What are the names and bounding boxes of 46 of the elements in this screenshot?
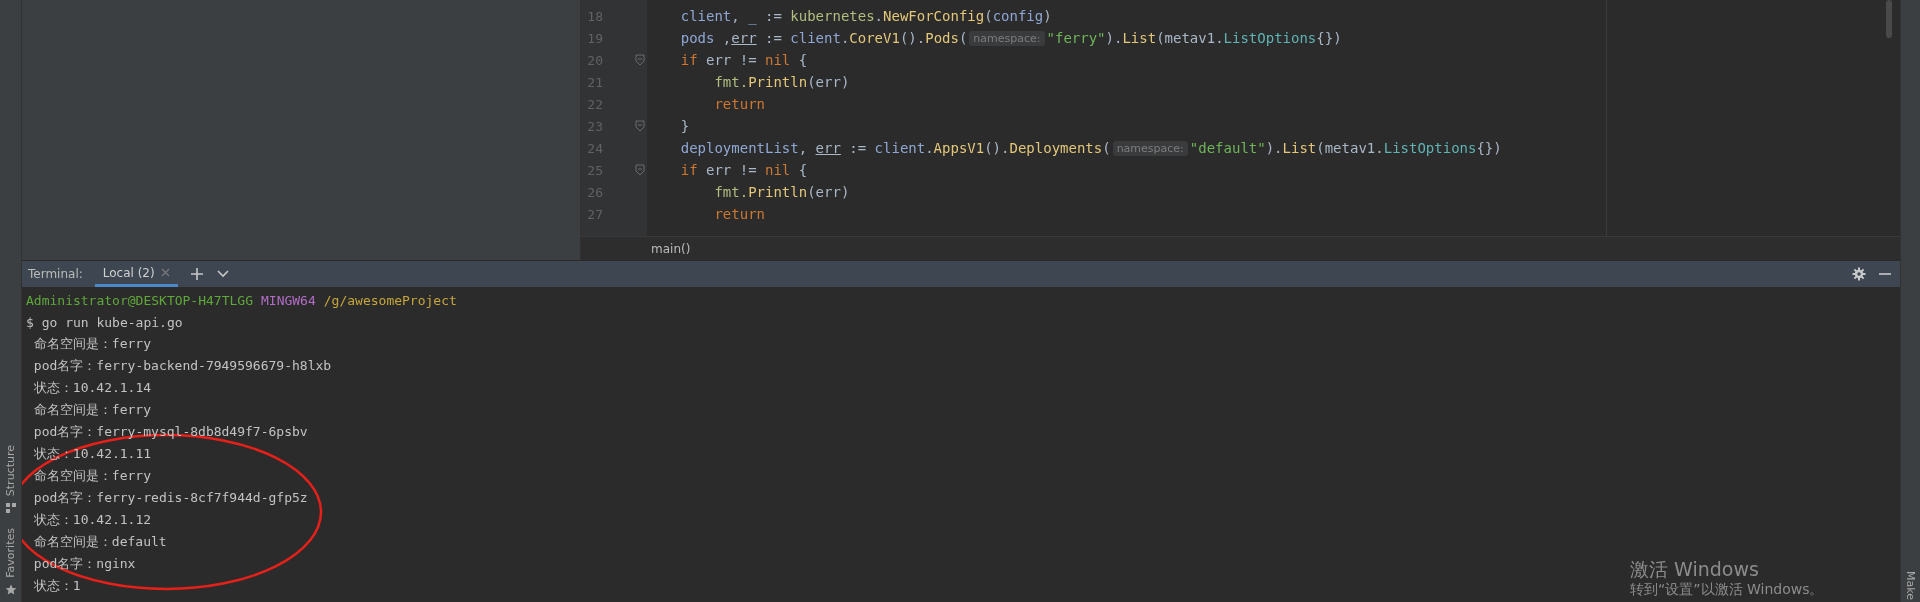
- settings-icon[interactable]: [1852, 267, 1866, 281]
- code-text: client, _ := kubernetes.NewForConfig(config): [679, 8, 1052, 24]
- parameter-hint: namespace:: [969, 30, 1045, 46]
- activation-message: 转到“设置”以激活 Windows。: [1630, 580, 1824, 598]
- terminal-output: pod名字：ferry-mysql-8db8d49f7-6psbv: [32, 423, 308, 441]
- terminal-output: 命名空间是：default: [32, 533, 167, 551]
- fold-marker-icon[interactable]: [635, 54, 645, 66]
- terminal-output: 命名空间是：ferry: [32, 335, 151, 353]
- code-text: if err != nil {: [679, 52, 808, 68]
- terminal-label: Terminal:: [28, 267, 83, 281]
- code-text: return: [713, 96, 765, 112]
- tool-window-tab[interactable]: Structure: [4, 445, 17, 497]
- terminal-output: pod名字：ferry-redis-8cf7f944d-gfp5z: [32, 489, 308, 507]
- tool-window-tab[interactable]: Make: [1904, 571, 1917, 600]
- terminal-output: 状态：10.42.1.14: [32, 379, 152, 397]
- terminal-output: $ go run kube-api.go: [26, 314, 183, 330]
- scrollbar-thumb[interactable]: [1886, 0, 1892, 38]
- breadcrumb[interactable]: main(): [651, 241, 691, 256]
- terminal-output: 命名空间是：ferry: [32, 467, 151, 485]
- fold-marker-icon[interactable]: [635, 164, 645, 176]
- prompt-system: MINGW64: [261, 292, 316, 308]
- code-text: fmt.Println(err): [713, 74, 850, 90]
- terminal-output: 状态：10.42.1.12: [32, 511, 152, 529]
- parameter-hint: namespace:: [1112, 140, 1188, 156]
- activation-title: 激活 Windows: [1630, 558, 1760, 580]
- structure-icon[interactable]: [4, 502, 17, 515]
- terminal-output: pod名字：ferry-backend-7949596679-h8lxb: [32, 357, 332, 375]
- terminal-tab[interactable]: Local (2): [94, 261, 178, 287]
- terminal-output: 状态：10.42.1.11: [32, 445, 152, 463]
- code-text: }: [679, 118, 690, 134]
- code-text: pods ,err := client.CoreV1().Pods(: [679, 30, 968, 46]
- prompt-path: /g/awesomeProject: [323, 292, 457, 308]
- code-text: return: [713, 206, 765, 222]
- code-text: deploymentList, err := client.AppsV1().Deployments(: [679, 140, 1111, 156]
- close-icon[interactable]: [160, 268, 170, 277]
- prompt-user: Administrator@DESKTOP-H47TLGG: [26, 292, 253, 308]
- code-text: fmt.Println(err): [713, 184, 850, 200]
- tool-window-tab[interactable]: Favorites: [4, 528, 17, 578]
- terminal-output: 命名空间是：ferry: [32, 401, 151, 419]
- star-icon[interactable]: [4, 584, 17, 596]
- fold-marker-icon[interactable]: [635, 120, 645, 132]
- code-text: if err != nil {: [679, 162, 808, 178]
- code-text: "default").List(metav1.ListOptions{}): [1189, 140, 1502, 156]
- code-text: "ferry").List(metav1.ListOptions{}): [1046, 30, 1342, 46]
- terminal-output: 状态：1: [32, 577, 81, 595]
- add-icon[interactable]: [189, 267, 204, 281]
